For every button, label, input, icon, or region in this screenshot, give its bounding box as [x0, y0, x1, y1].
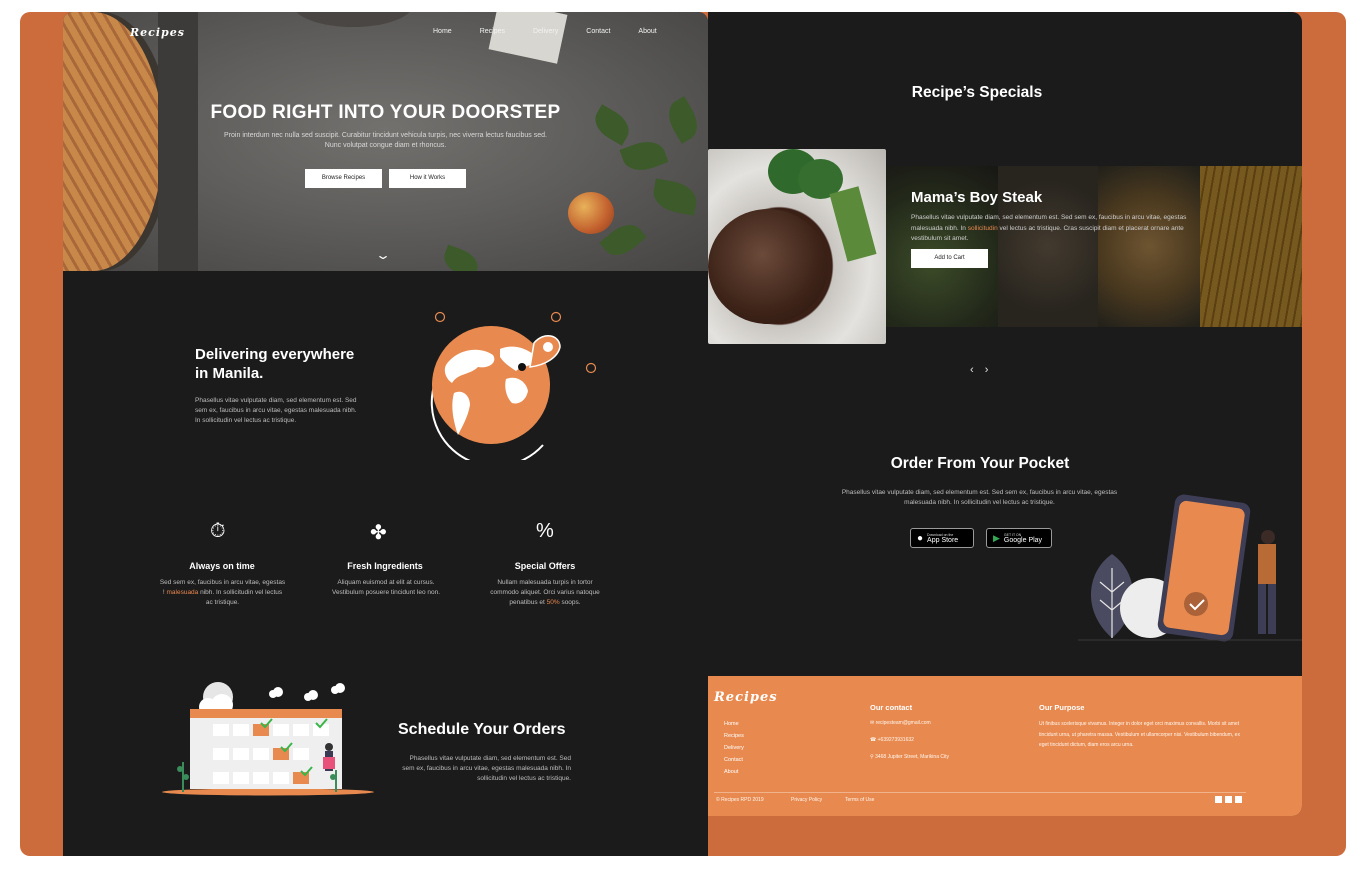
footer-link-home[interactable]: Home	[724, 718, 744, 730]
footer-email[interactable]: ✉ recipesteam@gmail.com	[870, 720, 931, 726]
footer-copyright: © Recipes RPD 2019	[716, 797, 764, 803]
logo[interactable]: Recipes	[130, 26, 185, 39]
fan-icon: ✤	[370, 522, 387, 544]
special-item-text: Phasellus vitae vulputate diam, sed elem…	[911, 213, 1211, 245]
stopwatch-icon: ⏱	[210, 520, 226, 542]
footer-phone[interactable]: ☎ +639273931632	[870, 737, 914, 743]
specials-title: Recipe’s Specials	[911, 84, 1043, 101]
leaf-image	[619, 135, 669, 177]
phone-icon: ☎	[870, 737, 878, 743]
special-highlight: sollicitudin	[967, 224, 998, 232]
nav-delivery[interactable]: Delivery	[533, 28, 558, 35]
landing-page-left: Recipes Home Recipes Delivery Contact Ab…	[63, 12, 708, 856]
top-nav: Home Recipes Delivery Contact About	[433, 28, 657, 35]
cloth-decoration	[158, 12, 198, 271]
footer-link-recipes[interactable]: Recipes	[724, 730, 744, 742]
instagram-icon[interactable]	[1225, 796, 1232, 803]
facebook-icon[interactable]	[1235, 796, 1242, 803]
calendar-illustration	[162, 682, 374, 796]
feature-text-part: soops.	[559, 599, 581, 606]
hero-title: FOOD RIGHT INTO YOUR DOORSTEP	[210, 102, 561, 123]
nav-home[interactable]: Home	[433, 28, 452, 35]
footer-links: Home Recipes Delivery Contact About	[724, 718, 744, 778]
app-store-button[interactable]: ● Download on the App Store	[910, 528, 974, 548]
app-store-label: Download on the App Store	[927, 533, 958, 544]
delivery-title: Delivering everywhere in Manila.	[195, 345, 354, 383]
feature-highlight: malesuada	[166, 589, 199, 596]
schedule-title: Schedule Your Orders	[398, 721, 566, 738]
feature-title-offers: Special Offers	[514, 561, 576, 571]
footer-address-text: 3468 Jupiter Street, Marikina City	[875, 754, 949, 760]
footer-address: ⚲ 3468 Jupiter Street, Marikina City	[870, 754, 949, 760]
phone-illustration	[1078, 494, 1302, 642]
delivery-text: Phasellus vitae vulputate diam, sed elem…	[195, 397, 357, 424]
add-to-cart-button[interactable]: Add to Cart	[911, 249, 988, 268]
how-it-works-button[interactable]: How it Works	[389, 169, 466, 188]
special-item-title: Mama’s Boy Steak	[911, 189, 1043, 206]
chevron-down-icon[interactable]: ⌄	[375, 248, 391, 262]
pocket-title: Order From Your Pocket	[890, 455, 1070, 472]
paper-decoration	[488, 12, 568, 64]
hero-section: Recipes Home Recipes Delivery Contact Ab…	[63, 12, 708, 271]
footer-email-text: recipesteam@gmail.com	[875, 720, 931, 726]
steak-card-image[interactable]	[708, 149, 886, 344]
footer-link-delivery[interactable]: Delivery	[724, 742, 744, 754]
delivery-title-line1: Delivering everywhere	[195, 346, 355, 363]
browse-recipes-button[interactable]: Browse Recipes	[305, 169, 382, 188]
google-play-label: GET IT ON Google Play	[1004, 533, 1042, 544]
slider-arrows[interactable]: ‹ ›	[970, 364, 992, 376]
footer-divider	[714, 792, 1246, 793]
feature-text-part: Nullam malesuada turpis in tortor commod…	[490, 579, 600, 606]
footer-terms-link[interactable]: Terms of Use	[845, 797, 874, 803]
leaf-image	[439, 244, 483, 271]
nav-recipes[interactable]: Recipes	[480, 28, 505, 35]
plate-decoration	[293, 12, 413, 27]
landing-page-right: Recipe’s Specials Mama’s Boy Steak Phase…	[708, 12, 1302, 816]
delivery-title-line2: in Manila.	[195, 365, 264, 382]
schedule-text: Phasellus vitae vulputate diam, sed elem…	[402, 755, 571, 782]
pie-image	[63, 12, 163, 271]
feature-text-fresh: Aliquam euismod at elit at cursus. Vesti…	[331, 579, 441, 596]
footer-purpose-text: Ut finibus scelerisque vivamus. Integer …	[1039, 721, 1240, 748]
hero-subtitle: Proin interdum nec nulla sed suscipit. C…	[224, 132, 547, 149]
nav-about[interactable]: About	[638, 28, 656, 35]
feature-text-part: nibh. In sollicitudin vel lectus ac tris…	[198, 589, 283, 606]
greenbeans-image	[829, 186, 877, 262]
feature-title-on-time: Always on time	[189, 561, 255, 571]
feature-highlight: 50%	[546, 599, 560, 606]
discount-hand-icon: %	[536, 520, 554, 542]
footer-privacy-link[interactable]: Privacy Policy	[791, 797, 822, 803]
social-icons	[1215, 796, 1242, 803]
app-store-text: App Store	[927, 536, 959, 544]
steak-image	[708, 209, 828, 324]
footer-purpose-title: Our Purpose	[1039, 703, 1085, 712]
leaf-image	[650, 178, 700, 216]
feature-text-on-time: Sed sem ex, faucibus in arcu vitae, eges…	[159, 578, 286, 608]
footer-phone-text: +639273931632	[877, 737, 914, 743]
play-icon: ▶	[993, 532, 1000, 543]
google-play-text: Google Play	[1003, 536, 1043, 544]
twitter-icon[interactable]	[1215, 796, 1222, 803]
apple-icon: ●	[917, 532, 924, 544]
feature-title-fresh: Fresh Ingredients	[347, 561, 423, 571]
apple-image	[568, 192, 614, 234]
globe-illustration	[430, 311, 597, 460]
footer-logo[interactable]: Recipes	[714, 690, 778, 705]
footer-link-about[interactable]: About	[724, 766, 744, 778]
footer: Recipes Home Recipes Delivery Contact Ab…	[708, 676, 1302, 816]
nav-contact[interactable]: Contact	[586, 28, 610, 35]
feature-text-offers: Nullam malesuada turpis in tortor commod…	[483, 578, 607, 608]
footer-contact-title: Our contact	[870, 703, 913, 712]
google-play-button[interactable]: ▶ GET IT ON Google Play	[986, 528, 1052, 548]
footer-link-contact[interactable]: Contact	[724, 754, 744, 766]
